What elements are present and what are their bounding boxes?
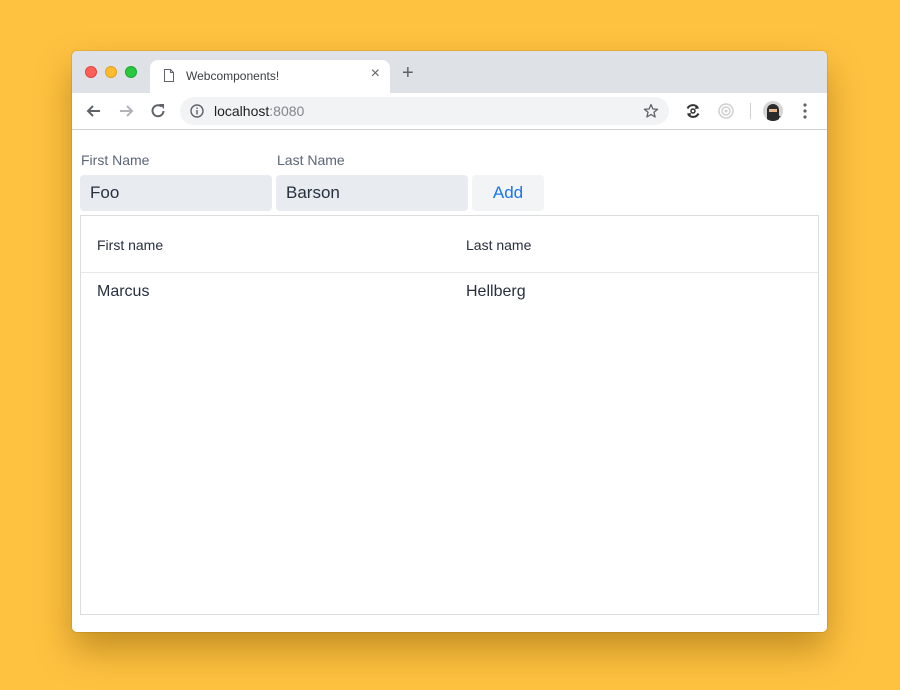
last-name-label: Last Name: [277, 152, 345, 168]
last-name-input[interactable]: [276, 175, 468, 211]
browser-window: Webcomponents! × + localhost:8080 First …: [72, 51, 827, 632]
browser-tab[interactable]: Webcomponents! ×: [150, 60, 390, 93]
tab-title: Webcomponents!: [186, 69, 280, 83]
browser-toolbar: localhost:8080: [72, 93, 827, 130]
add-button[interactable]: Add: [472, 175, 544, 211]
sync-extension-icon[interactable]: [684, 102, 702, 120]
cell-first-name: Marcus: [97, 283, 150, 300]
column-header-last-name[interactable]: Last name: [466, 237, 531, 253]
reload-icon[interactable]: [148, 101, 168, 121]
first-name-label: First Name: [81, 152, 150, 168]
first-name-input[interactable]: [80, 175, 272, 211]
column-header-first-name[interactable]: First name: [97, 237, 163, 253]
ninja-avatar-icon: [767, 104, 781, 121]
maximize-window-button[interactable]: [125, 66, 137, 78]
url-text: localhost:8080: [214, 103, 304, 119]
cell-last-name: Hellberg: [466, 283, 526, 300]
url-port: :8080: [269, 103, 305, 119]
minimize-window-button[interactable]: [105, 66, 117, 78]
table-row[interactable]: Marcus Hellberg: [81, 273, 818, 311]
document-icon: [164, 69, 174, 82]
page-content: First Name Last Name Add First name Last…: [72, 130, 827, 632]
close-window-button[interactable]: [85, 66, 97, 78]
title-bar: Webcomponents! × +: [72, 51, 827, 93]
star-icon[interactable]: [643, 103, 659, 119]
menu-icon[interactable]: [800, 102, 810, 120]
info-icon[interactable]: [190, 104, 204, 118]
url-host: localhost: [214, 103, 270, 119]
back-icon[interactable]: [84, 101, 104, 121]
grid-header: First name Last name: [81, 216, 818, 273]
forward-icon[interactable]: [116, 101, 136, 121]
extension-icon[interactable]: [717, 102, 735, 120]
close-tab-icon[interactable]: ×: [371, 65, 380, 83]
people-grid: First name Last name Marcus Hellberg: [80, 215, 819, 615]
profile-avatar[interactable]: [763, 101, 783, 121]
new-tab-button[interactable]: +: [402, 63, 414, 83]
toolbar-divider: [750, 103, 751, 119]
address-bar[interactable]: localhost:8080: [180, 97, 669, 125]
